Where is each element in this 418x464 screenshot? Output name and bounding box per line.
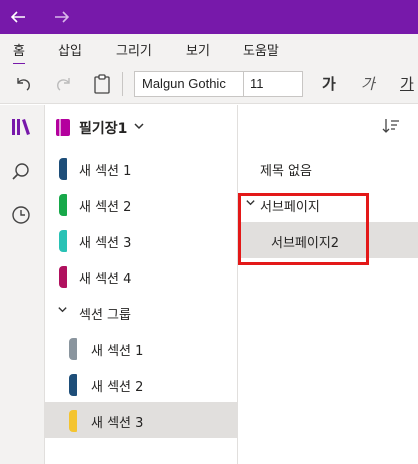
notebook-title: 필기장1 — [79, 121, 128, 137]
section-color-tab — [59, 266, 67, 288]
section-label: 새 섹션 1 — [79, 164, 132, 179]
search-icon[interactable] — [8, 159, 34, 185]
tab-view[interactable]: 보기 — [186, 40, 210, 59]
section-group-label: 섹션 그룹 — [79, 308, 131, 323]
page-item-selected[interactable]: 서브페이지2 — [239, 222, 418, 258]
section-item-selected[interactable]: 새 섹션 3 — [45, 402, 238, 438]
tab-draw[interactable]: 그리기 — [116, 40, 152, 59]
section-color-tab — [59, 194, 67, 216]
tab-home[interactable]: 홈 — [13, 40, 25, 65]
notebook-icon — [56, 119, 70, 136]
toolbar-divider — [122, 72, 123, 96]
section-item[interactable]: 새 섹션 2 — [45, 186, 238, 222]
bold-button[interactable]: 가 — [322, 73, 336, 94]
section-color-tab — [59, 158, 67, 180]
section-item[interactable]: 새 섹션 4 — [45, 258, 238, 294]
chevron-down-icon[interactable] — [245, 197, 256, 212]
section-label: 새 섹션 4 — [79, 272, 132, 287]
section-color-tab — [69, 338, 77, 360]
section-item[interactable]: 새 섹션 1 — [45, 330, 238, 366]
toolbar: Malgun Gothic 11 가 가 가 — [0, 64, 418, 104]
back-arrow-icon[interactable] — [7, 7, 29, 27]
forward-arrow-icon[interactable] — [51, 7, 73, 27]
undo-icon[interactable] — [11, 72, 35, 96]
section-group[interactable]: 섹션 그룹 — [45, 294, 238, 330]
page-label: 서브페이지2 — [271, 236, 340, 251]
underline-button[interactable]: 가 — [400, 73, 414, 94]
notebooks-icon[interactable] — [8, 114, 34, 140]
section-item[interactable]: 새 섹션 2 — [45, 366, 238, 402]
section-color-tab — [59, 230, 67, 252]
section-label: 새 섹션 2 — [79, 200, 132, 215]
sort-icon[interactable] — [381, 116, 401, 138]
pages-pane: 제목 없음 서브페이지 서브페이지2 — [239, 105, 418, 464]
section-label: 새 섹션 3 — [79, 236, 132, 251]
tab-help[interactable]: 도움말 — [243, 40, 279, 59]
clipboard-icon[interactable] — [90, 72, 114, 96]
nav-rail — [0, 105, 45, 464]
title-bar — [0, 0, 418, 34]
section-label: 새 섹션 2 — [91, 380, 144, 395]
notebook-picker[interactable]: 필기장1 — [45, 105, 238, 149]
section-label: 새 섹션 3 — [91, 416, 144, 431]
sections-pane: 필기장1 새 섹션 1 새 섹션 2 새 섹션 3 새 섹션 4 섹션 그룹 새… — [45, 105, 238, 464]
page-item[interactable]: 제목 없음 — [239, 150, 418, 186]
clock-icon[interactable] — [8, 202, 34, 228]
font-size-field[interactable]: 11 — [243, 71, 303, 97]
page-label: 서브페이지 — [260, 200, 320, 215]
italic-button[interactable]: 가 — [361, 73, 375, 94]
section-item[interactable]: 새 섹션 1 — [45, 150, 238, 186]
chevron-down-icon — [133, 120, 145, 135]
font-name-field[interactable]: Malgun Gothic — [134, 71, 244, 97]
chevron-down-icon — [57, 304, 68, 318]
section-color-tab — [69, 374, 77, 396]
page-item[interactable]: 서브페이지 — [239, 186, 418, 222]
page-label: 제목 없음 — [260, 164, 312, 179]
section-color-tab — [69, 410, 77, 432]
section-item[interactable]: 새 섹션 3 — [45, 222, 238, 258]
tab-insert[interactable]: 삽입 — [58, 40, 82, 59]
ribbon-tabs: 홈 삽입 그리기 보기 도움말 — [0, 34, 418, 65]
redo-icon[interactable] — [52, 72, 76, 96]
section-label: 새 섹션 1 — [91, 344, 144, 359]
